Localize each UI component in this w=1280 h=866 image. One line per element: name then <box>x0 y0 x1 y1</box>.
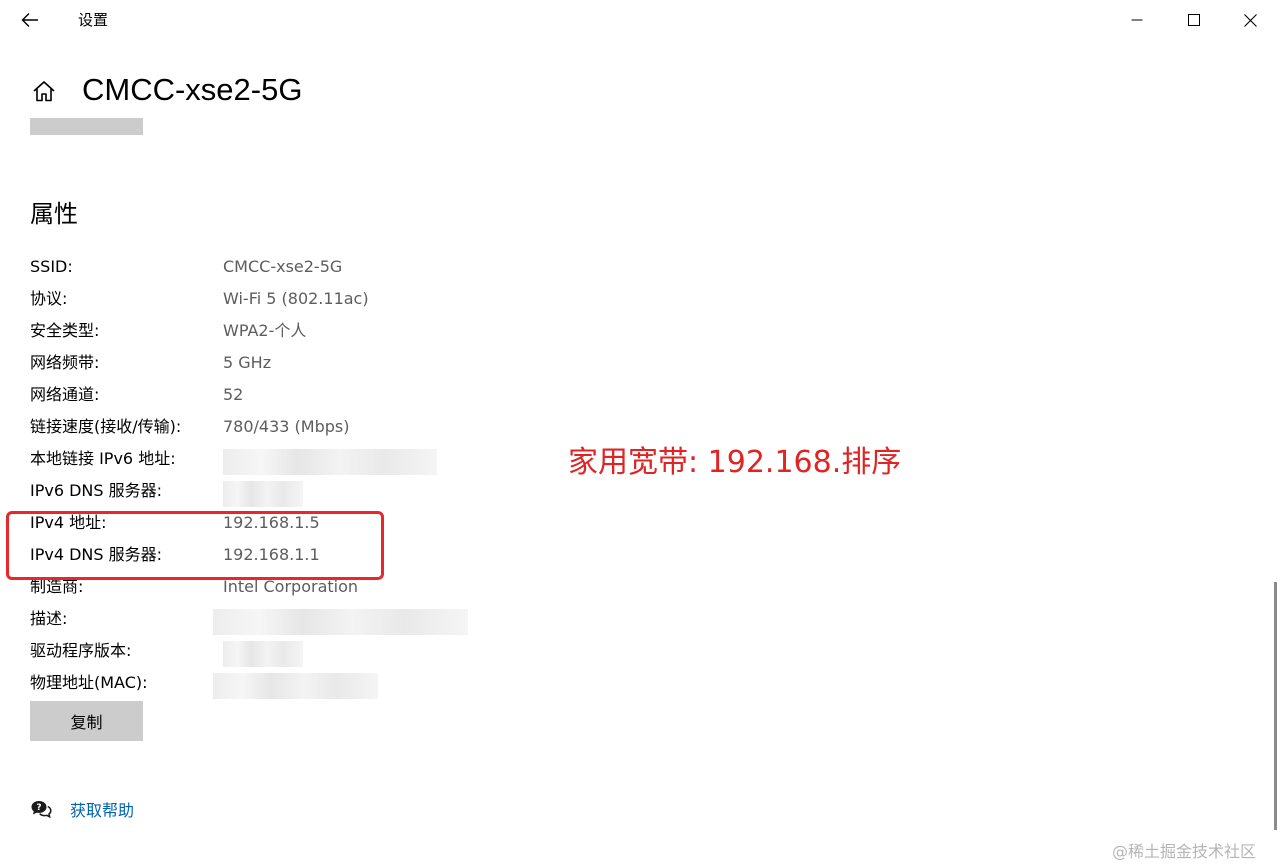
minimize-icon <box>1131 19 1142 21</box>
property-row-protocol: 协议: Wi-Fi 5 (802.11ac) <box>30 283 630 315</box>
minimize-button[interactable] <box>1108 0 1165 40</box>
property-row-description: 描述: <box>30 603 630 635</box>
property-row-network-channel: 网络通道: 52 <box>30 379 630 411</box>
svg-text:?: ? <box>36 803 41 813</box>
property-value: WPA2-个人 <box>223 321 307 340</box>
get-help-link[interactable]: ? 获取帮助 <box>30 796 134 822</box>
scrollbar[interactable] <box>1274 582 1277 830</box>
redacted-value <box>223 481 303 507</box>
property-row-ssid: SSID: CMCC-xse2-5G <box>30 251 630 283</box>
copy-button[interactable]: 复制 <box>30 701 143 741</box>
annotation-text: 家用宽带: 192.168.排序 <box>568 445 902 480</box>
property-value: Wi-Fi 5 (802.11ac) <box>223 289 369 308</box>
property-label: 网络通道: <box>30 385 100 404</box>
property-value: CMCC-xse2-5G <box>223 257 343 276</box>
property-label: 安全类型: <box>30 321 100 340</box>
property-label: 物理地址(MAC): <box>30 673 148 692</box>
property-label: 协议: <box>30 289 68 308</box>
property-label: 链接速度(接收/传输): <box>30 417 182 436</box>
redacted-value <box>213 673 378 699</box>
title-bar: 设置 <box>0 0 1280 40</box>
property-row-network-band: 网络频带: 5 GHz <box>30 347 630 379</box>
home-icon <box>33 81 55 102</box>
property-value: 780/433 (Mbps) <box>223 417 350 436</box>
section-title: 属性 <box>30 200 78 228</box>
chat-help-icon: ? <box>31 801 52 819</box>
back-arrow-icon <box>21 13 38 27</box>
watermark: @稀土掘金技术社区 <box>1112 842 1257 861</box>
close-icon <box>1244 13 1257 27</box>
settings-window: 编辑 设置 CMCC-xse2-5G <box>0 0 1280 866</box>
property-row-driver-version: 驱动程序版本: <box>30 635 630 667</box>
home-button[interactable] <box>26 72 62 110</box>
ipv4-highlight-box <box>6 511 384 580</box>
get-help-label: 获取帮助 <box>70 801 135 820</box>
property-row-mac-address: 物理地址(MAC): <box>30 667 630 699</box>
property-row-security-type: 安全类型: WPA2-个人 <box>30 315 630 347</box>
back-button[interactable] <box>10 4 50 36</box>
app-title: 设置 <box>78 11 109 29</box>
close-button[interactable] <box>1222 0 1279 40</box>
maximize-icon <box>1187 14 1200 26</box>
property-value: 5 GHz <box>223 353 272 372</box>
property-label: 驱动程序版本: <box>30 641 132 660</box>
property-value: 52 <box>223 385 244 404</box>
property-row-ipv6-dns: IPv6 DNS 服务器: <box>30 475 630 507</box>
property-label: 描述: <box>30 609 68 628</box>
redacted-value <box>223 449 437 475</box>
property-label: SSID: <box>30 257 73 276</box>
redacted-value <box>223 641 303 667</box>
properties-list: SSID: CMCC-xse2-5G 协议: Wi-Fi 5 (802.11ac… <box>30 251 630 699</box>
property-row-ipv6-address: 本地链接 IPv6 地址: <box>30 443 630 475</box>
property-row-link-speed: 链接速度(接收/传输): 780/433 (Mbps) <box>30 411 630 443</box>
property-label: IPv6 DNS 服务器: <box>30 481 163 500</box>
maximize-button[interactable] <box>1165 0 1222 40</box>
redacted-value <box>213 609 468 635</box>
page-title: CMCC-xse2-5G <box>82 72 303 107</box>
property-label: 网络频带: <box>30 353 100 372</box>
property-label: 本地链接 IPv6 地址: <box>30 449 176 468</box>
